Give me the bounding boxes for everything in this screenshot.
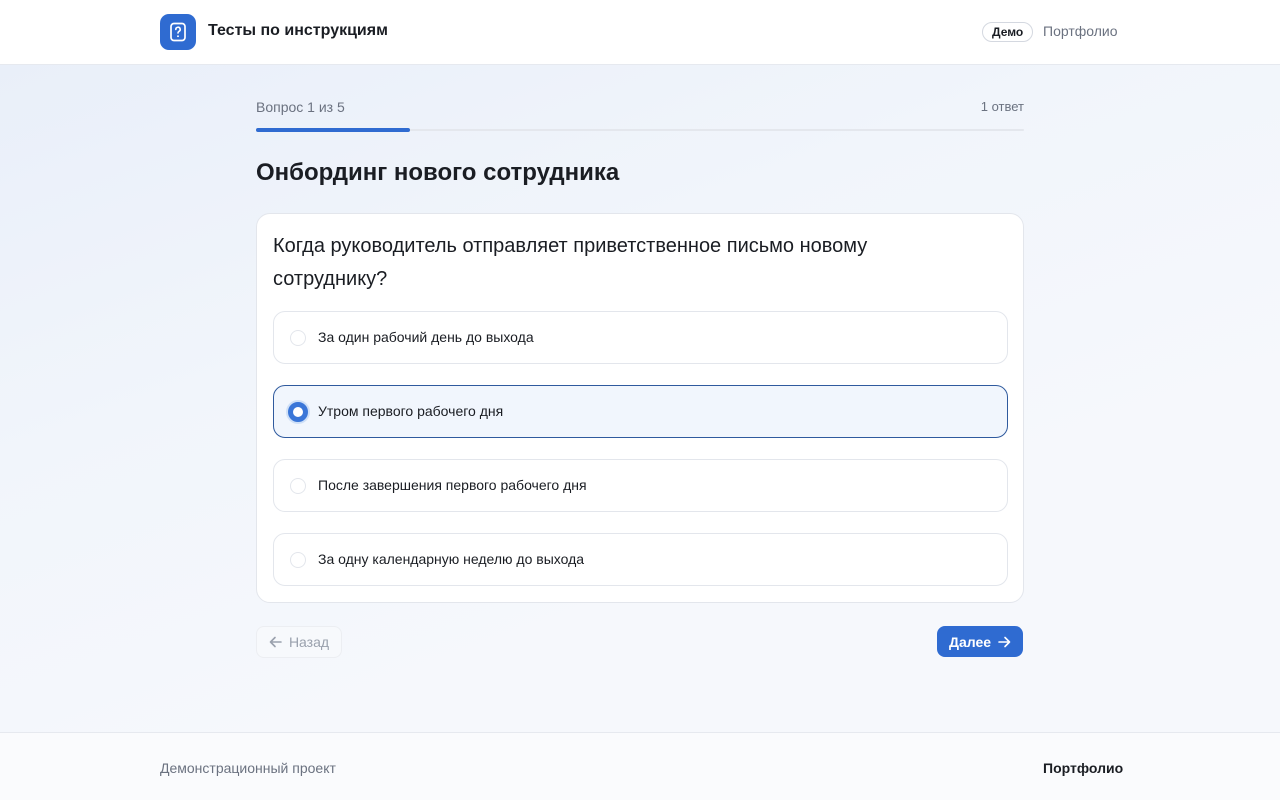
quiz-main: Вопрос 1 из 5 1 ответ Онбординг нового с… <box>0 65 1280 732</box>
radio-button[interactable] <box>290 552 306 568</box>
quiz-title: Онбординг нового сотрудника <box>256 159 620 186</box>
radio-button[interactable] <box>288 402 308 422</box>
answer-option[interactable]: За один рабочий день до выхода <box>273 311 1008 364</box>
question-progress-label: Вопрос 1 из 5 <box>256 99 345 115</box>
answer-option-label: За один рабочий день до выхода <box>318 329 534 345</box>
answer-option-label: После завершения первого рабочего дня <box>318 477 587 493</box>
answer-option[interactable]: Утром первого рабочего дня <box>273 385 1008 438</box>
demo-badge: Демо <box>982 22 1034 42</box>
portfolio-link[interactable]: Портфолио <box>1043 23 1118 39</box>
footer-text: Демонстрационный проект <box>160 760 336 776</box>
footer: Демонстрационный проект Портфолио <box>0 732 1280 800</box>
answer-option-label: Утром первого рабочего дня <box>318 403 504 419</box>
back-button[interactable]: Назад <box>256 626 342 658</box>
arrow-right-icon <box>998 636 1011 648</box>
radio-button[interactable] <box>290 478 306 494</box>
footer-portfolio-link[interactable]: Портфолио <box>1043 760 1123 776</box>
top-bar: Тесты по инструкциям Демо Портфолио <box>0 0 1280 65</box>
answer-count: 1 ответ <box>980 99 1024 114</box>
arrow-left-icon <box>269 636 282 648</box>
back-button-label: Назад <box>288 634 330 650</box>
next-button[interactable]: Далее <box>937 626 1023 657</box>
logo[interactable] <box>160 14 196 50</box>
answer-option[interactable]: За одну календарную неделю до выхода <box>273 533 1008 586</box>
question-document-icon <box>169 22 187 42</box>
progress-bar-fill <box>256 128 410 132</box>
answer-option[interactable]: После завершения первого рабочего дня <box>273 459 1008 512</box>
radio-button[interactable] <box>290 330 306 346</box>
answer-option-label: За одну календарную неделю до выхода <box>318 551 585 567</box>
next-button-label: Далее <box>948 633 992 650</box>
progress-bar <box>256 128 1024 132</box>
question-text: Когда руководитель отправляет приветстве… <box>273 235 868 290</box>
app-title: Тесты по инструкциям <box>208 22 388 39</box>
question-card: Когда руководитель отправляет приветстве… <box>256 213 1024 603</box>
